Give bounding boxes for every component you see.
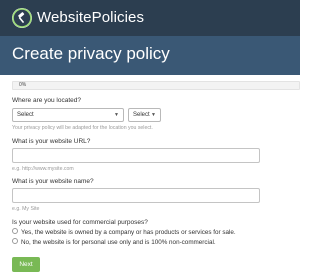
brand-name[interactable]: WebsitePolicies bbox=[37, 9, 144, 26]
commercial-question: Is your website used for commercial purp… bbox=[12, 219, 148, 226]
country-select-value: Select bbox=[17, 112, 34, 118]
commercial-yes-option[interactable]: Yes, the website is owned by a company o… bbox=[12, 228, 236, 236]
radio-yes[interactable] bbox=[12, 228, 18, 235]
url-question: What is your website URL? bbox=[12, 138, 91, 145]
website-name-input[interactable] bbox=[12, 188, 260, 203]
page-header: Create privacy policy bbox=[0, 36, 300, 75]
country-select[interactable]: Select ▼ bbox=[12, 108, 124, 122]
location-question: Where are you located? bbox=[12, 97, 82, 104]
progress-bar: 0% bbox=[12, 81, 300, 90]
page-title: Create privacy policy bbox=[12, 44, 170, 63]
chevron-down-icon: ▼ bbox=[151, 112, 156, 118]
location-hint: Your privacy policy will be adapted for … bbox=[12, 125, 153, 131]
top-navbar: WebsitePolicies bbox=[0, 0, 300, 36]
commercial-yes-label: Yes, the website is owned by a company o… bbox=[21, 229, 236, 236]
chevron-down-icon: ▼ bbox=[114, 112, 119, 118]
region-select-value: Select bbox=[133, 112, 150, 118]
region-select[interactable]: Select ▼ bbox=[128, 108, 161, 122]
progress-label: 0% bbox=[19, 82, 27, 88]
radio-no[interactable] bbox=[12, 238, 18, 245]
name-question: What is your website name? bbox=[12, 178, 94, 185]
commercial-no-label: No, the website is for personal use only… bbox=[21, 239, 216, 246]
gavel-icon[interactable] bbox=[12, 8, 32, 28]
website-url-input[interactable] bbox=[12, 148, 260, 163]
url-hint: e.g. http://www.mysite.com bbox=[12, 166, 74, 172]
commercial-no-option[interactable]: No, the website is for personal use only… bbox=[12, 238, 216, 246]
next-button[interactable]: Next bbox=[12, 257, 40, 272]
name-hint: e.g. My Site bbox=[12, 206, 40, 212]
